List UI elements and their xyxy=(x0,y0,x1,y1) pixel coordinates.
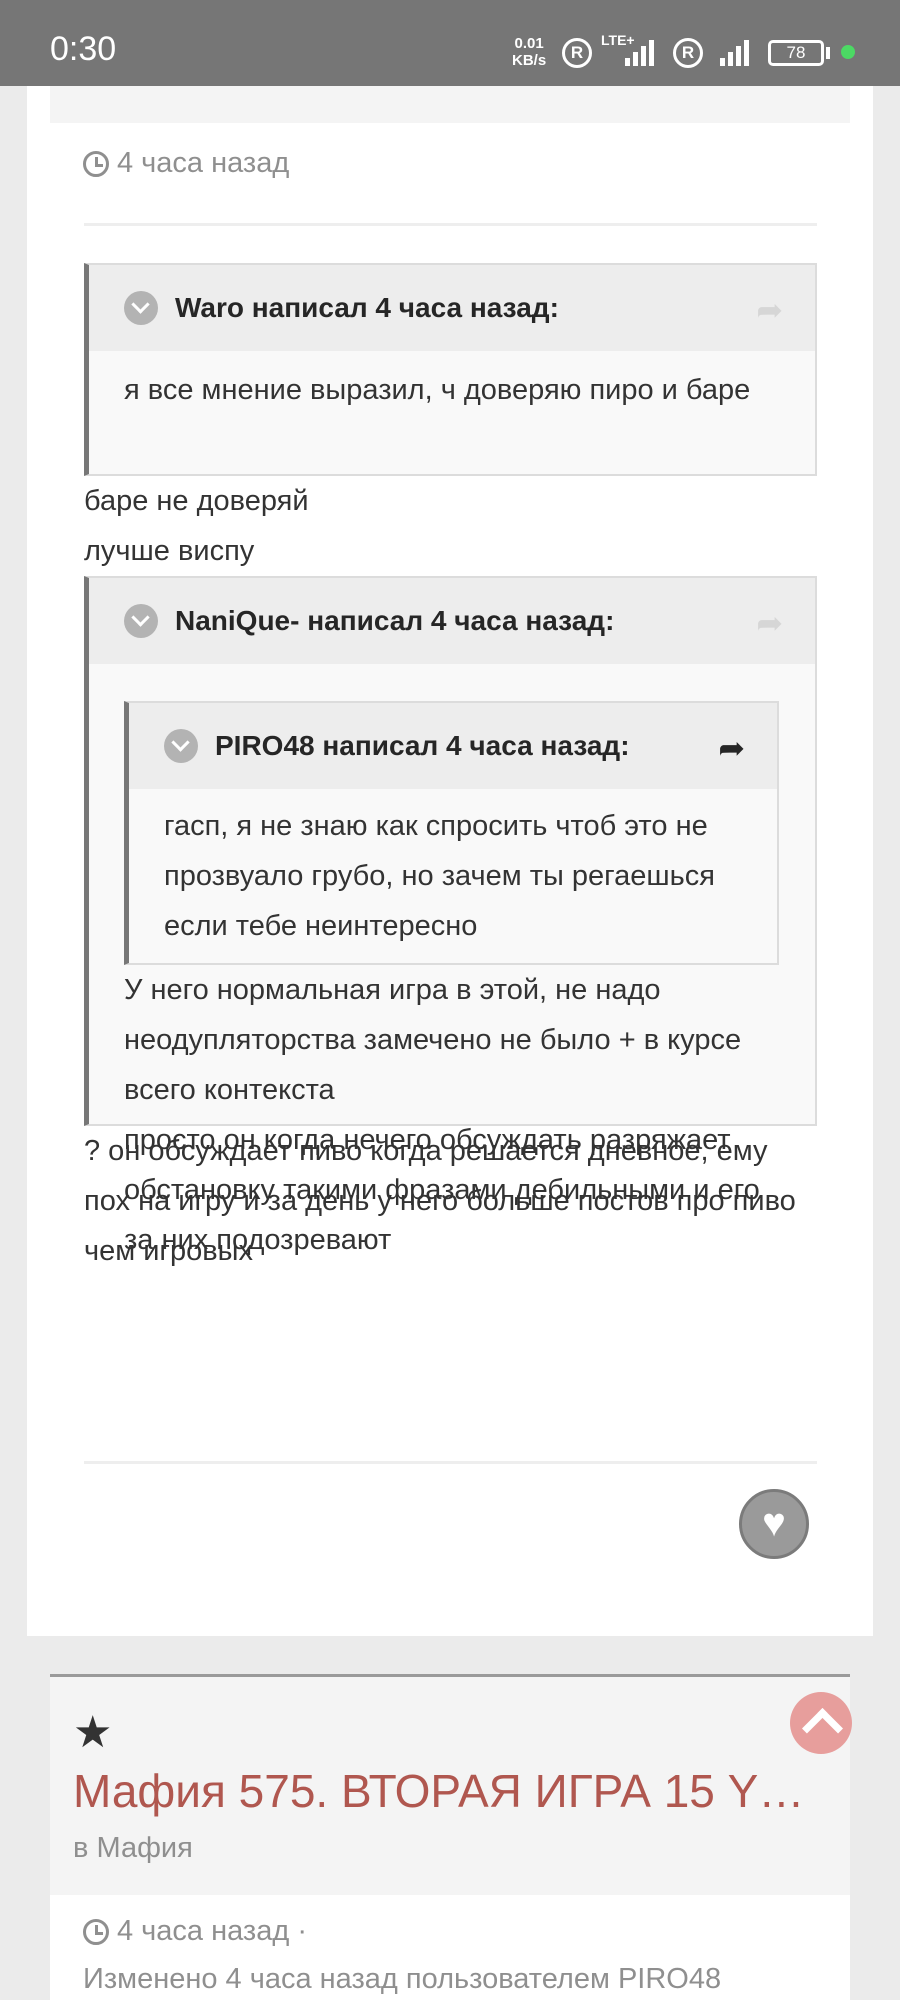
quote-author[interactable]: PIRO48 написал 4 часа назад: xyxy=(215,730,630,762)
clock-icon xyxy=(83,1918,109,1945)
collapse-chevron-icon[interactable] xyxy=(164,729,198,763)
share-icon[interactable]: ➦ xyxy=(756,604,783,642)
reply-text: ? он обсуждает пиво когда решается дневн… xyxy=(84,1135,796,1267)
signal-icon-2 xyxy=(720,38,749,66)
collapse-chevron-icon[interactable] xyxy=(124,291,158,325)
clock-time: 0:30 xyxy=(50,30,117,68)
roaming-icon-2: R xyxy=(673,38,703,68)
quote-header: Waro написал 4 часа назад: ➦ xyxy=(89,265,815,351)
post-card: 4 часа назад Waro написал 4 часа назад: … xyxy=(27,86,873,1636)
quote-block: NaniQue- написал 4 часа назад: ➦ PIRO48 … xyxy=(84,576,817,1256)
previous-post-fragment xyxy=(50,86,850,123)
topic-time[interactable]: 4 часа назад · xyxy=(117,1915,307,1948)
divider xyxy=(84,1461,817,1464)
topic-title[interactable]: Мафия 575. ВТОРАЯ ИГРА 15 YEARS xyxy=(73,1764,833,1818)
quote-block: Waro написал 4 часа назад: ➦ я все мнени… xyxy=(84,263,817,476)
speed-value: 0.01 xyxy=(514,35,544,52)
quote-author[interactable]: NaniQue- написал 4 часа назад: xyxy=(175,605,614,637)
divider xyxy=(84,223,817,226)
topic-edited: Изменено 4 часа назад пользователем PIRO… xyxy=(83,1963,722,1995)
like-button[interactable]: ♥ xyxy=(739,1489,809,1559)
star-icon[interactable]: ★ xyxy=(73,1707,112,1758)
nested-quote-block: PIRO48 написал 4 часа назад: ➦ гасп, я н… xyxy=(124,701,779,965)
indicator-dot xyxy=(841,45,855,59)
signal-icon xyxy=(625,38,654,66)
collapse-chevron-icon[interactable] xyxy=(124,604,158,638)
share-icon[interactable]: ➦ xyxy=(756,291,783,329)
reply-line: баре не доверяй xyxy=(84,485,309,517)
reply-line: лучше виспу xyxy=(84,535,255,567)
post-meta: 4 часа назад xyxy=(83,147,289,180)
network-speed: 0.01 KB/s xyxy=(512,35,546,69)
quote-author[interactable]: Waro написал 4 часа назад: xyxy=(175,292,559,324)
share-icon[interactable]: ➦ xyxy=(718,729,745,767)
quote-header: NaniQue- написал 4 часа назад: ➦ xyxy=(89,578,815,664)
clock-icon xyxy=(83,150,109,177)
topic-card[interactable]: ★ Мафия 575. ВТОРАЯ ИГРА 15 YEARS в Мафи… xyxy=(50,1677,850,1895)
battery-icon: 78 xyxy=(768,40,824,66)
scroll-to-top-button[interactable] xyxy=(790,1692,852,1754)
quote-text: я все мнение выразил, ч доверяю пиро и б… xyxy=(124,374,751,406)
quote-header: PIRO48 написал 4 часа назад: ➦ xyxy=(129,703,777,789)
topic-meta: 4 часа назад · xyxy=(83,1915,307,1948)
post-time[interactable]: 4 часа назад xyxy=(117,147,289,180)
quote-paragraph: У него нормальная игра в этой, не надо н… xyxy=(124,974,742,1106)
status-bar: 0:30 0.01 KB/s R LTE+ R 78 xyxy=(0,0,900,86)
roaming-icon: R xyxy=(562,38,592,68)
topic-forum[interactable]: в Мафия xyxy=(73,1832,193,1865)
quote-text: гасп, я не знаю как спросить чтоб это не… xyxy=(164,810,715,942)
speed-unit: KB/s xyxy=(512,52,547,69)
topic-meta-area: 4 часа назад · Изменено 4 часа назад пол… xyxy=(50,1895,850,2000)
